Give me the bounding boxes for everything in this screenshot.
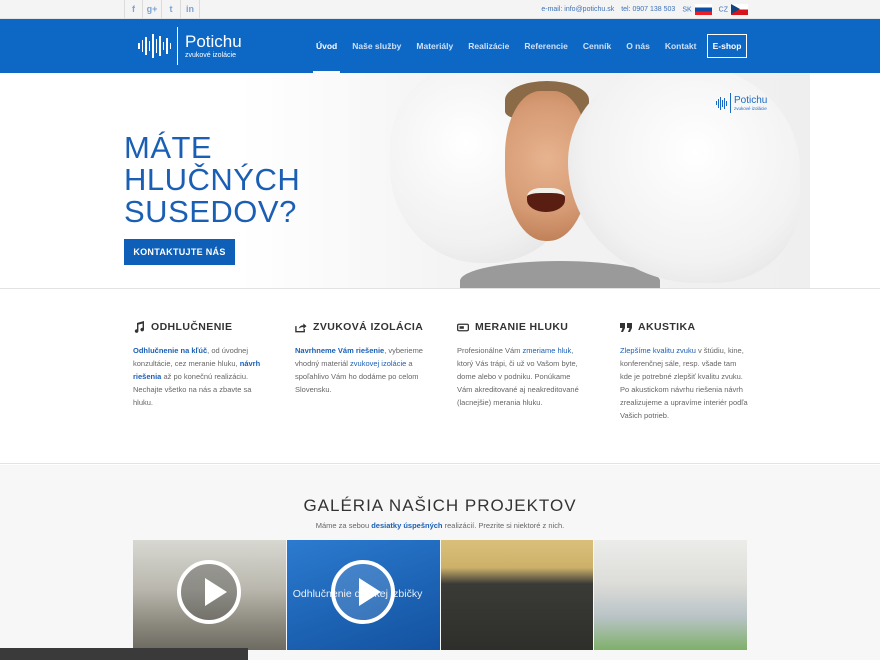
feature-akustika: AKUSTIKA Zlepšíme kvalitu zvuku v štúdiu… <box>620 320 750 422</box>
nav-referencie[interactable]: Referencie <box>524 19 567 73</box>
play-icon[interactable] <box>330 560 395 624</box>
eshop-button[interactable]: E-shop <box>707 34 747 58</box>
hero-photo-mouth <box>527 188 565 212</box>
feature-title: ZVUKOVÁ IZOLÁCIA <box>313 321 424 333</box>
hero-headline-line2: HLUČNÝCH <box>124 162 301 197</box>
slovak-flag-icon <box>694 3 712 15</box>
hero-headline-line3: SUSEDOV? <box>124 194 297 229</box>
phone-link[interactable]: tel: 0907 138 503 <box>621 6 675 13</box>
feature-text-segment: , ktorý Vás trápi, či už vo Vašom byte, … <box>457 346 579 407</box>
feature-meranie-hluku: MERANIE HLUKU Profesionálne Vám zmeriame… <box>457 320 587 409</box>
gallery-subtitle-pre: Máme za sebou <box>315 521 372 530</box>
gallery-tile[interactable] <box>594 540 747 650</box>
feature-text: Zlepšíme kvalitu zvuku v štúdiu, kine, k… <box>620 344 750 422</box>
nav-realizacie[interactable]: Realizácie <box>468 19 509 73</box>
lang-cz-label: CZ <box>718 5 728 13</box>
play-icon[interactable] <box>177 560 241 624</box>
main-nav: Úvod Naše služby Materiály Realizácie Re… <box>312 19 711 73</box>
feature-odhlucnenie: ODHLUČNENIE Odhlučnenie na kľúč, od úvod… <box>133 320 263 409</box>
music-note-icon <box>133 321 145 333</box>
soundwave-icon <box>138 33 171 59</box>
hero-logo-tagline: zvukové izolácie <box>734 106 767 111</box>
feature-zvukova-izolacia: ZVUKOVÁ IZOLÁCIA Navrhneme Vám riešenie,… <box>295 320 425 396</box>
nav-nase-sluzby[interactable]: Naše služby <box>352 19 401 73</box>
bottom-bar <box>0 648 248 660</box>
contact-us-button[interactable]: KONTAKTUJTE NÁS <box>124 239 235 265</box>
gallery-subtitle-link[interactable]: desiatky úspešných <box>371 521 442 530</box>
feature-link[interactable]: Zlepšíme kvalitu zvuku <box>620 346 696 355</box>
twitter-icon[interactable]: t <box>162 0 181 18</box>
feature-link[interactable]: zvukovej izolácie <box>350 359 406 368</box>
social-links: f g+ t in <box>124 0 200 18</box>
logo-name: Potichu <box>185 31 242 51</box>
feature-link[interactable]: Odhlučnenie na kľúč <box>133 346 207 355</box>
email-link[interactable]: e-mail: info@potichu.sk <box>541 6 614 13</box>
feature-title: ODHLUČNENIE <box>151 321 233 333</box>
feature-text-segment: v štúdiu, kine, konferenčnej sále, resp.… <box>620 346 748 420</box>
facebook-icon[interactable]: f <box>124 0 143 18</box>
site-header: Potichu zvukové izolácie Úvod Naše služb… <box>0 19 880 73</box>
hero-banner: Potichu zvukové izolácie MÁTE HLUČNÝCH S… <box>0 73 880 289</box>
czech-flag-icon <box>731 3 748 15</box>
feature-text: Navrhneme Vám riešenie, vyberieme vhodný… <box>295 344 425 396</box>
logo-divider <box>177 27 178 65</box>
quote-icon <box>620 321 632 333</box>
gallery-tiles: Odhlučnenie detskej izbičky <box>133 540 747 650</box>
soundwave-small-icon <box>716 96 727 110</box>
nav-materialy[interactable]: Materiály <box>416 19 453 73</box>
top-bar: f g+ t in e-mail: info@potichu.sk tel: 0… <box>0 0 880 19</box>
hero-logo-name: Potichu <box>734 95 768 106</box>
twitter-glyph: t <box>169 4 173 14</box>
feature-title: MERANIE HLUKU <box>475 321 569 333</box>
hero-watermark-logo: Potichu zvukové izolácie <box>716 93 767 113</box>
gallery-tile[interactable]: Odhlučnenie detskej izbičky <box>286 540 440 650</box>
gallery-subtitle-post: realizácií. Prezrite si niektoré z nich. <box>442 521 565 530</box>
meter-icon <box>457 321 469 333</box>
gallery-title: GALÉRIA NAŠICH PROJEKTOV <box>303 496 577 515</box>
lang-sk-label: SK <box>682 5 692 13</box>
gallery-tile[interactable] <box>133 540 286 650</box>
feature-title: AKUSTIKA <box>638 321 696 333</box>
feature-link[interactable]: zmeriame hluk <box>522 346 571 355</box>
features-section: ODHLUČNENIE Odhlučnenie na kľúč, od úvod… <box>0 290 880 464</box>
logo-tagline: zvukové izolácie <box>185 51 236 59</box>
hero-headline-line1: MÁTE <box>124 130 213 165</box>
feature-text: Profesionálne Vám zmeriame hluk, ktorý V… <box>457 344 587 409</box>
nav-cennik[interactable]: Cenník <box>583 19 611 73</box>
feature-link[interactable]: Navrhneme Vám riešenie <box>295 346 384 355</box>
feature-text: Odhlučnenie na kľúč, od úvodnej konzultá… <box>133 344 263 409</box>
linkedin-icon[interactable]: in <box>181 0 200 18</box>
google-plus-glyph: g+ <box>146 4 158 14</box>
facebook-glyph: f <box>132 4 135 14</box>
feature-text-segment: Profesionálne Vám <box>457 346 523 355</box>
gallery-subtitle: Máme za sebou desiatky úspešných realizá… <box>0 521 880 530</box>
lang-cz[interactable]: CZ <box>718 3 748 15</box>
gallery-tile[interactable] <box>440 540 594 650</box>
lang-sk[interactable]: SK <box>682 3 712 15</box>
gallery-section: GALÉRIA NAŠICH PROJEKTOV Máme za sebou d… <box>0 465 880 660</box>
nav-kontakt[interactable]: Kontakt <box>665 19 697 73</box>
google-plus-icon[interactable]: g+ <box>143 0 162 18</box>
contact-info: e-mail: info@potichu.sk tel: 0907 138 50… <box>541 0 748 18</box>
share-icon <box>295 321 307 333</box>
hero-headline: MÁTE HLUČNÝCH SUSEDOV? <box>124 130 301 229</box>
nav-uvod[interactable]: Úvod <box>312 19 341 73</box>
linkedin-glyph: in <box>186 4 194 14</box>
nav-o-nas[interactable]: O nás <box>626 19 650 73</box>
site-logo[interactable]: Potichu zvukové izolácie <box>138 25 242 67</box>
